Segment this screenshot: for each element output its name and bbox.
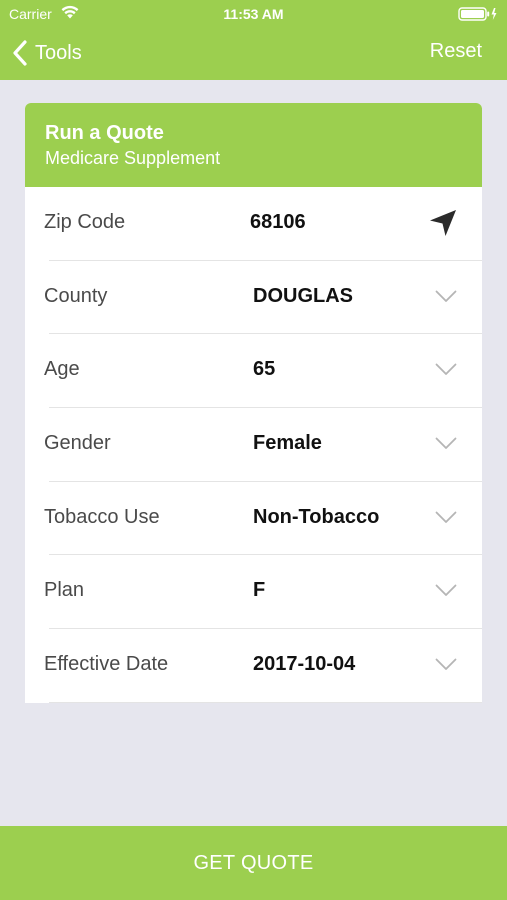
back-label: Tools xyxy=(35,41,82,64)
status-time: 11:53 AM xyxy=(223,6,284,22)
tobacco-use-row[interactable]: Tobacco Use Non-Tobacco xyxy=(25,482,482,556)
gender-row[interactable]: Gender Female xyxy=(25,408,482,482)
effective-date-row[interactable]: Effective Date 2017-10-04 xyxy=(25,629,482,703)
nav-bar: Tools Reset xyxy=(0,30,507,76)
zip-code-label: Zip Code xyxy=(44,211,126,233)
get-quote-button[interactable]: GET QUOTE xyxy=(0,826,507,900)
chevron-down-icon xyxy=(435,585,457,597)
effective-date-label: Effective Date xyxy=(44,653,169,676)
tobacco-use-value: Non-Tobacco xyxy=(253,505,380,528)
tobacco-use-label: Tobacco Use xyxy=(44,505,160,528)
county-row[interactable]: County DOUGLAS xyxy=(25,261,482,335)
gender-label: Gender xyxy=(44,432,111,455)
effective-date-value: 2017-10-04 xyxy=(253,653,356,676)
chevron-down-icon xyxy=(435,511,457,523)
plan-row[interactable]: Plan F xyxy=(25,555,482,629)
county-value: DOUGLAS xyxy=(253,284,353,307)
gender-value: Female xyxy=(253,432,322,455)
reset-button[interactable]: Reset xyxy=(430,40,482,63)
chevron-down-icon xyxy=(435,363,457,376)
chevron-down-icon xyxy=(435,437,457,449)
county-label: County xyxy=(44,284,108,307)
back-chevron-icon xyxy=(13,40,27,66)
card-subtitle: Medicare Supplement xyxy=(45,148,221,168)
age-value: 65 xyxy=(253,358,276,381)
location-arrow-icon[interactable] xyxy=(427,207,459,239)
quote-card: Run a Quote Medicare Supplement Zip Code… xyxy=(25,103,482,703)
quote-form: Zip Code County DOUGLAS Age 65 Gender Fe… xyxy=(25,187,482,703)
chevron-down-icon xyxy=(435,658,457,671)
plan-value: F xyxy=(253,579,266,602)
zip-code-row: Zip Code xyxy=(25,187,482,261)
card-title: Run a Quote xyxy=(45,122,164,144)
back-button[interactable]: Tools xyxy=(12,38,82,68)
status-bar: Carrier 11:53 AM xyxy=(0,0,507,28)
age-label: Age xyxy=(44,358,80,381)
chevron-down-icon xyxy=(435,290,457,302)
top-bar: Carrier 11:53 AM Tools Reset xyxy=(0,0,507,80)
battery-icon xyxy=(458,7,497,21)
age-row[interactable]: Age 65 xyxy=(25,334,482,408)
zip-code-input[interactable] xyxy=(250,207,410,237)
card-header: Run a Quote Medicare Supplement xyxy=(25,103,482,187)
plan-label: Plan xyxy=(44,579,85,602)
